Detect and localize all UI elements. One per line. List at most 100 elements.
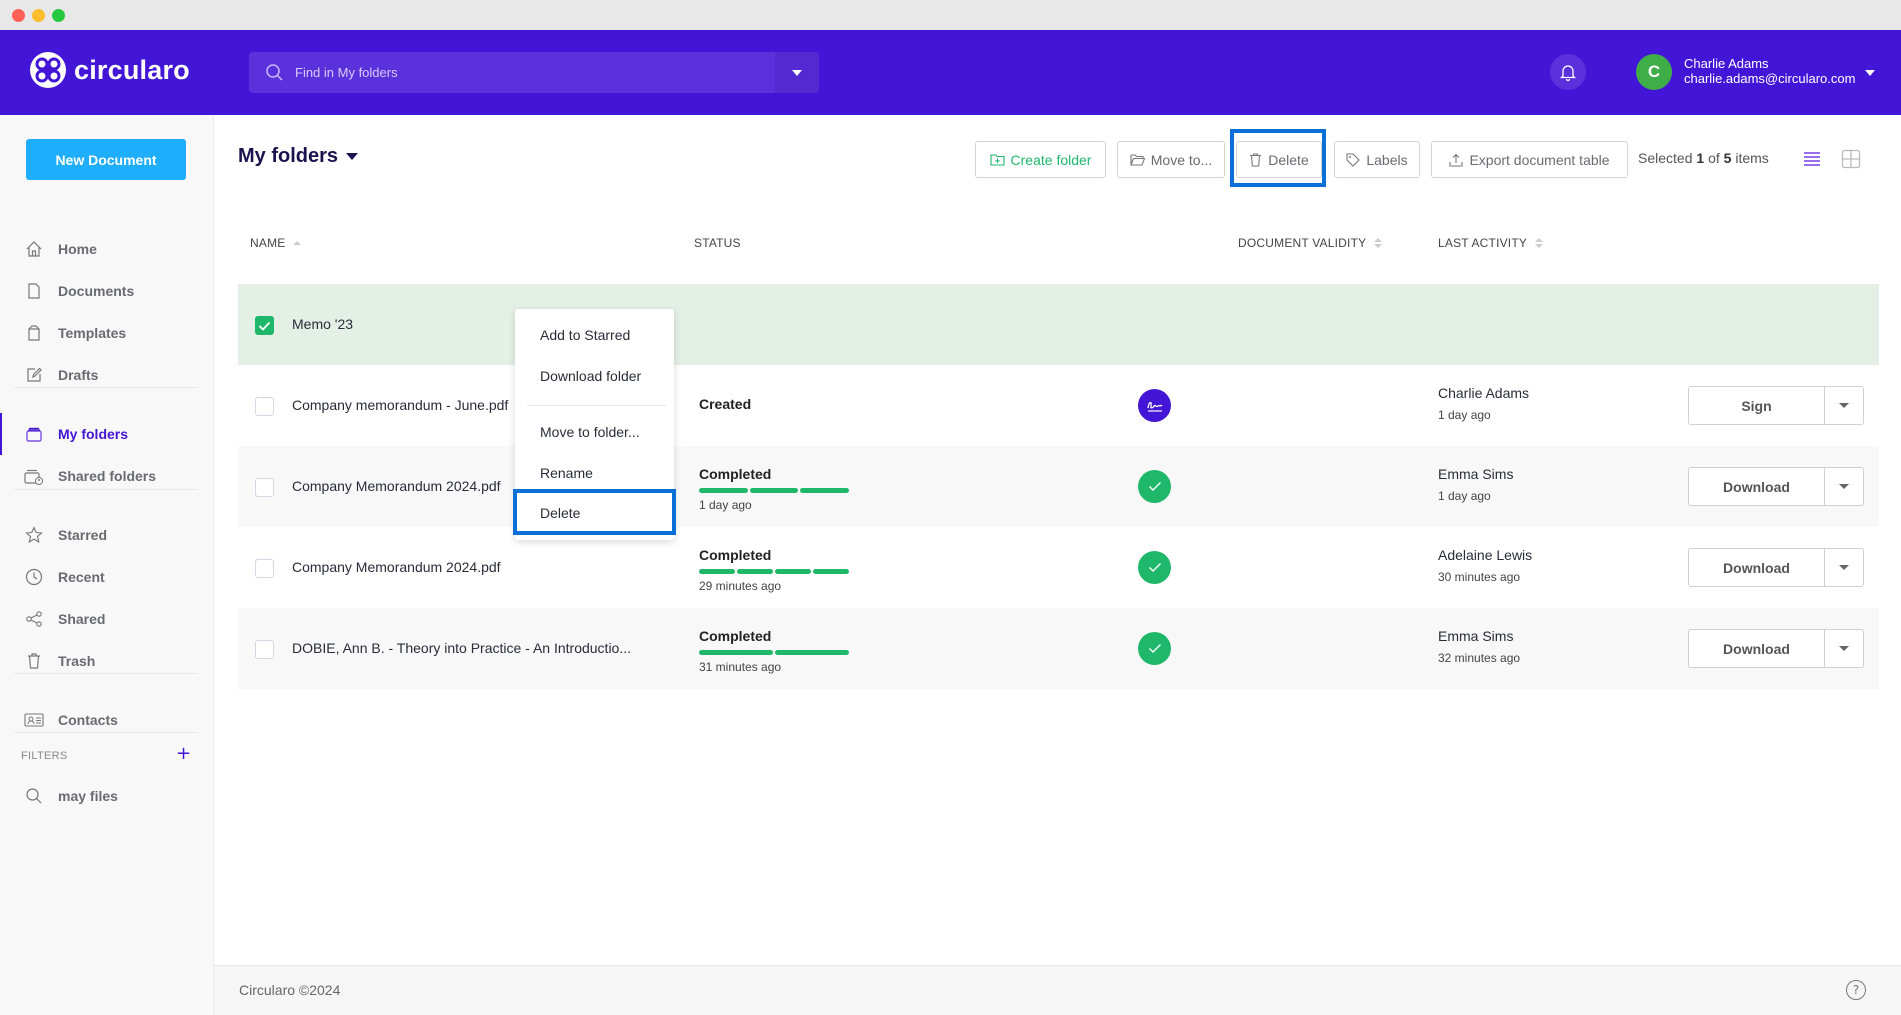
progress-segment [699, 569, 735, 574]
search-options-dropdown[interactable] [775, 52, 819, 93]
menu-separator [527, 405, 666, 406]
file-name[interactable]: Company Memorandum 2024.pdf [292, 478, 501, 494]
column-header-last-activity[interactable]: LAST ACTIVITY [1438, 236, 1544, 250]
table-row[interactable]: Company Memorandum 2024.pdf Completed 29… [238, 527, 1879, 608]
menu-item-download-folder[interactable]: Download folder [515, 356, 674, 396]
valid-check-icon [1138, 551, 1171, 584]
filter-label: may files [58, 788, 118, 804]
selection-prefix: Selected [1638, 150, 1693, 166]
sidebar-item-label: Home [58, 241, 97, 257]
user-email: charlie.adams@circularo.com [1684, 71, 1856, 86]
row-checkbox[interactable] [255, 316, 274, 335]
status-progress-bar [699, 569, 849, 574]
folder-icon [24, 424, 44, 444]
user-info[interactable]: Charlie Adams charlie.adams@circularo.co… [1684, 56, 1855, 86]
table-row[interactable]: DOBIE, Ann B. - Theory into Practice - A… [238, 608, 1879, 689]
template-icon [24, 323, 44, 343]
file-name[interactable]: Memo '23 [292, 316, 353, 332]
sidebar-item-label: Documents [58, 283, 135, 299]
new-document-button[interactable]: New Document [26, 139, 186, 180]
window-maximize-button[interactable] [52, 9, 65, 22]
delete-button[interactable]: Delete [1236, 141, 1322, 178]
file-name[interactable]: Company memorandum - June.pdf [292, 397, 508, 413]
sidebar-item-shared[interactable]: Shared [0, 601, 214, 637]
filter-item-may-files[interactable]: may files [0, 778, 214, 814]
row-checkbox[interactable] [255, 559, 274, 578]
menu-item-delete-highlight [513, 489, 676, 535]
row-checkbox[interactable] [255, 478, 274, 497]
chevron-down-icon [346, 153, 359, 160]
activity-time: 1 day ago [1438, 408, 1491, 422]
window-minimize-button[interactable] [32, 9, 45, 22]
window-close-button[interactable] [12, 9, 25, 22]
progress-segment [699, 650, 773, 655]
chevron-down-icon [1839, 565, 1849, 570]
file-name[interactable]: DOBIE, Ann B. - Theory into Practice - A… [292, 640, 631, 656]
selection-suffix: items [1735, 150, 1769, 166]
search-icon [266, 63, 283, 81]
progress-segment [775, 569, 811, 574]
tag-icon [1346, 152, 1361, 167]
row-checkbox[interactable] [255, 640, 274, 659]
row-action-dropdown[interactable] [1825, 468, 1863, 505]
table-row[interactable]: Memo '23 [238, 284, 1879, 365]
table-row[interactable]: Company Memorandum 2024.pdf Completed 1 … [238, 446, 1879, 527]
chevron-down-icon [792, 69, 802, 76]
labels-button[interactable]: Labels [1334, 141, 1420, 178]
row-action-dropdown[interactable] [1825, 387, 1863, 424]
sidebar-item-home[interactable]: Home [0, 231, 214, 267]
download-button[interactable]: Download [1689, 468, 1825, 505]
activity-time: 32 minutes ago [1438, 651, 1521, 665]
list-view-icon[interactable] [1801, 148, 1823, 170]
sidebar-item-recent[interactable]: Recent [0, 559, 214, 595]
page-title[interactable]: My folders [238, 145, 359, 168]
table-row[interactable]: Company memorandum - June.pdf Created Ch… [238, 365, 1879, 446]
sidebar-item-documents[interactable]: Documents [0, 273, 214, 309]
sidebar-item-starred[interactable]: Starred [0, 517, 214, 553]
download-button[interactable]: Download [1689, 630, 1825, 667]
activity-user: Adelaine Lewis [1438, 547, 1533, 563]
user-avatar[interactable]: C [1636, 54, 1672, 90]
search-input[interactable] [295, 65, 745, 80]
create-folder-button[interactable]: Create folder [975, 141, 1106, 178]
drafts-icon [24, 365, 44, 385]
user-menu-chevron-icon[interactable] [1865, 70, 1875, 76]
folder-open-icon [1130, 153, 1145, 166]
menu-item-add-to-starred[interactable]: Add to Starred [515, 315, 674, 355]
brand-logo[interactable]: circularo [30, 52, 190, 88]
sidebar-item-label: Templates [58, 325, 127, 341]
checkmark-icon [258, 321, 271, 331]
grid-view-icon[interactable] [1840, 148, 1862, 170]
activity-time: 30 minutes ago [1438, 570, 1521, 584]
share-icon [24, 609, 44, 629]
trash-icon [1250, 152, 1262, 167]
column-header-name[interactable]: NAME [250, 236, 302, 250]
row-action-group: Download [1688, 467, 1864, 506]
column-header-status: STATUS [694, 236, 741, 250]
column-header-validity[interactable]: DOCUMENT VALIDITY [1238, 236, 1383, 250]
row-checkbox[interactable] [255, 397, 274, 416]
sidebar-item-label: Starred [58, 527, 108, 543]
sign-button[interactable]: Sign [1689, 387, 1825, 424]
notifications-button[interactable] [1550, 54, 1586, 90]
menu-item-move-to-folder[interactable]: Move to folder... [515, 412, 674, 452]
valid-check-icon [1138, 632, 1171, 665]
menu-item-rename[interactable]: Rename [515, 453, 674, 493]
sidebar-divider [14, 673, 198, 674]
add-filter-button[interactable]: + [176, 743, 191, 764]
download-button[interactable]: Download [1689, 549, 1825, 586]
help-icon[interactable]: ? [1846, 980, 1866, 1000]
row-action-group: Sign [1688, 386, 1864, 425]
file-name[interactable]: Company Memorandum 2024.pdf [292, 559, 501, 575]
move-to-button[interactable]: Move to... [1117, 141, 1225, 178]
row-action-dropdown[interactable] [1825, 630, 1863, 667]
search-icon [24, 786, 44, 806]
row-action-dropdown[interactable] [1825, 549, 1863, 586]
logo-icon [30, 52, 66, 88]
home-icon [24, 239, 44, 259]
export-document-table-button[interactable]: Export document table [1431, 141, 1628, 178]
sidebar-item-label: Trash [58, 653, 96, 669]
status-time: 1 day ago [699, 498, 752, 512]
sidebar-item-templates[interactable]: Templates [0, 315, 214, 351]
sidebar-item-my-folders[interactable]: My folders [0, 413, 214, 455]
